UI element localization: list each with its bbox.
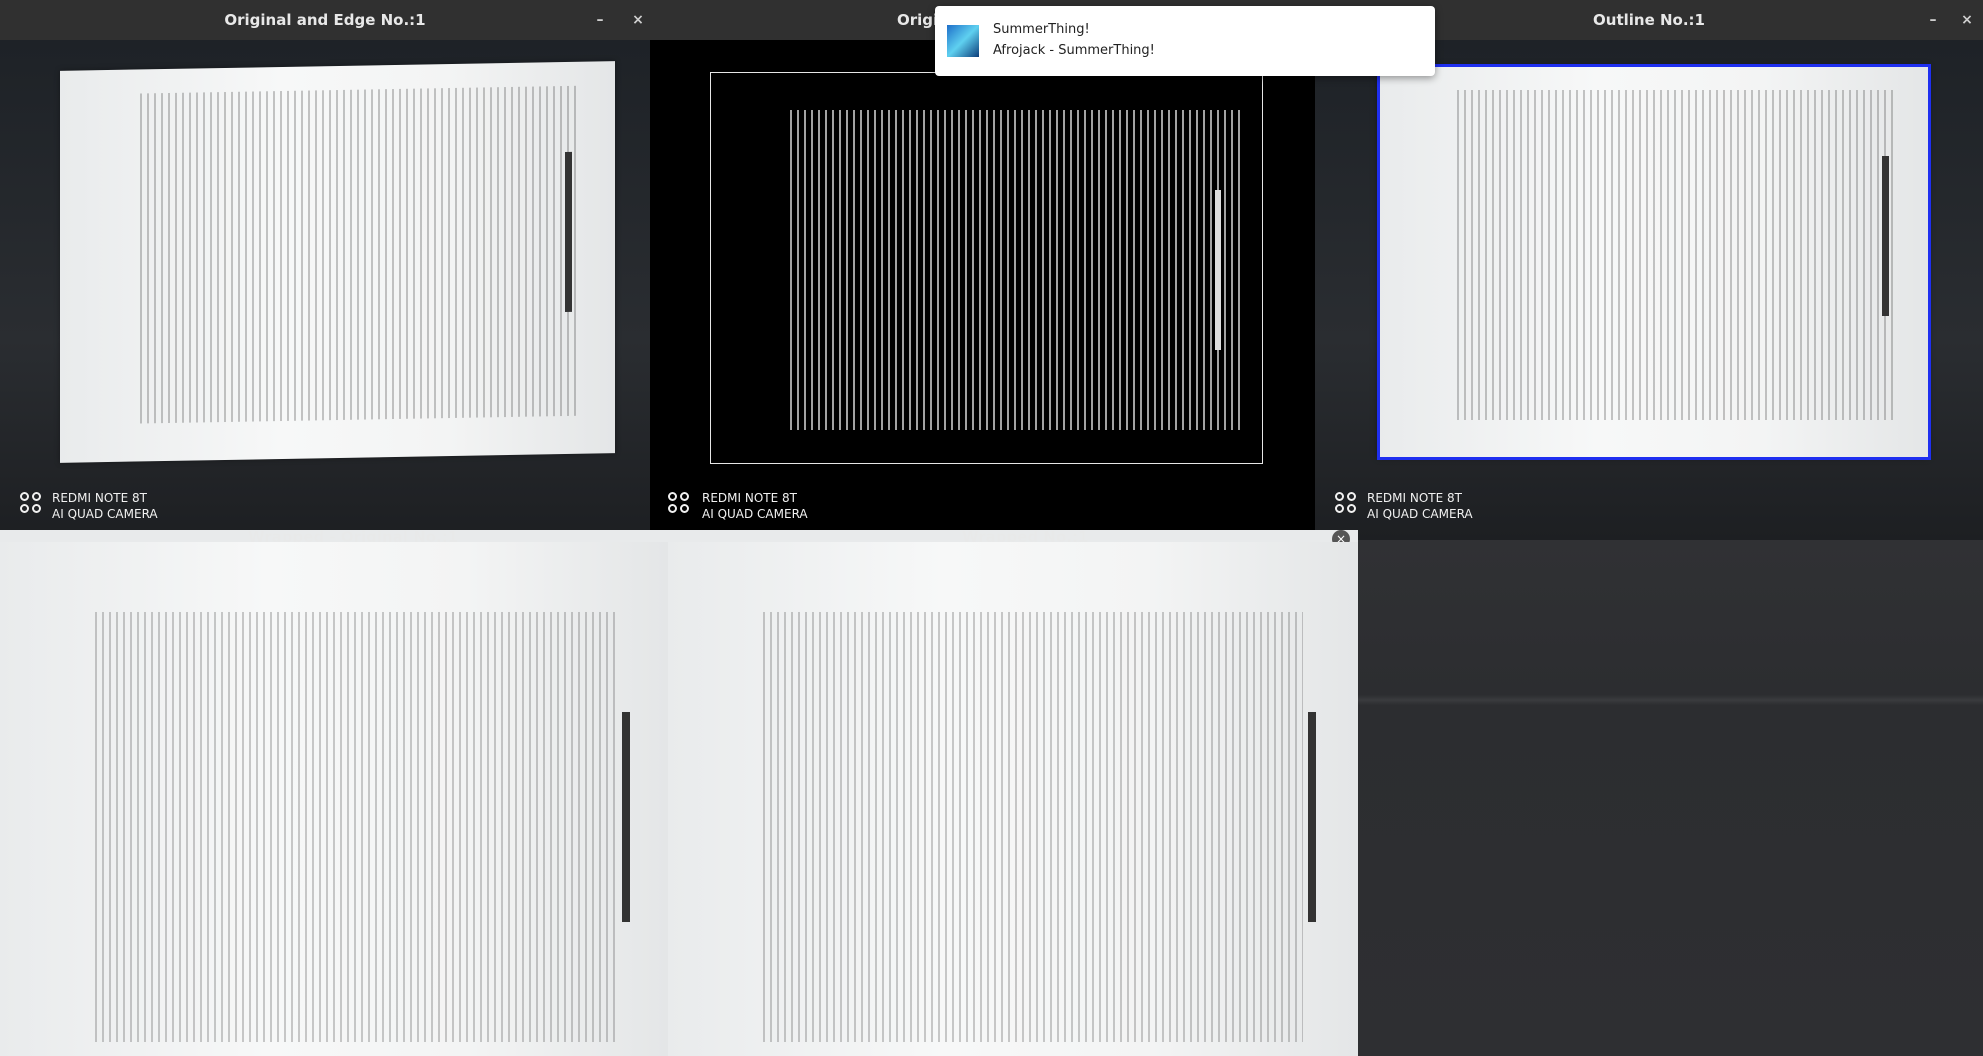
window-original-and-edge[interactable]: Original and Edge No.:1 – × REDMI NOTE 8… xyxy=(0,0,650,540)
document-heading xyxy=(1308,712,1316,922)
window-title: Original and Edge No.:1 xyxy=(224,11,426,29)
window-title: Origi xyxy=(897,11,939,29)
document-paper xyxy=(60,61,615,463)
camera-image: REDMI NOTE 8T AI QUAD CAMERA xyxy=(0,40,650,540)
document-text-columns xyxy=(140,85,580,424)
window-wrapped[interactable]: Wrapped No.:1 × xyxy=(668,530,1358,1056)
minimize-button[interactable]: – xyxy=(590,10,610,30)
window-wrapped-original[interactable]: Wrapped - Original No.:1 xyxy=(0,530,668,1056)
window-titlebar[interactable]: Original and Edge No.:1 – × xyxy=(0,0,650,40)
document-text-columns xyxy=(763,612,1303,1042)
document-text-columns xyxy=(95,612,615,1042)
document-heading xyxy=(622,712,630,922)
edge-text-columns xyxy=(790,110,1240,430)
edge-image: REDMI NOTE 8T AI QUAD CAMERA xyxy=(650,40,1315,540)
warped-document xyxy=(668,542,1358,1056)
document-heading xyxy=(565,151,572,313)
window-edge-view[interactable]: Origi REDMI NOTE 8T AI QUAD CAMERA xyxy=(650,0,1315,540)
camera-logo-icon xyxy=(1335,492,1357,514)
notification-body: Afrojack - SummerThing! xyxy=(993,43,1155,58)
camera-watermark: REDMI NOTE 8T AI QUAD CAMERA xyxy=(52,491,158,521)
window-outline[interactable]: Outline No.:1 – × REDMI NOTE 8T AI QUAD … xyxy=(1315,0,1983,540)
camera-watermark: REDMI NOTE 8T AI QUAD CAMERA xyxy=(702,491,808,521)
album-art-icon xyxy=(947,25,979,57)
camera-watermark: REDMI NOTE 8T AI QUAD CAMERA xyxy=(1367,491,1473,521)
close-button[interactable]: × xyxy=(1957,10,1977,30)
music-notification[interactable]: SummerThing! Afrojack - SummerThing! xyxy=(935,6,1435,76)
edge-heading xyxy=(1215,190,1221,350)
camera-logo-icon xyxy=(668,492,690,514)
window-title: Outline No.:1 xyxy=(1593,11,1705,29)
close-button[interactable]: × xyxy=(628,10,648,30)
notification-title: SummerThing! xyxy=(993,22,1090,37)
warped-document xyxy=(0,542,668,1056)
minimize-button[interactable]: – xyxy=(1923,10,1943,30)
detected-outline xyxy=(1377,64,1931,460)
camera-logo-icon xyxy=(20,492,42,514)
outline-image: REDMI NOTE 8T AI QUAD CAMERA xyxy=(1315,40,1983,540)
desktop-background xyxy=(1358,540,1983,1056)
